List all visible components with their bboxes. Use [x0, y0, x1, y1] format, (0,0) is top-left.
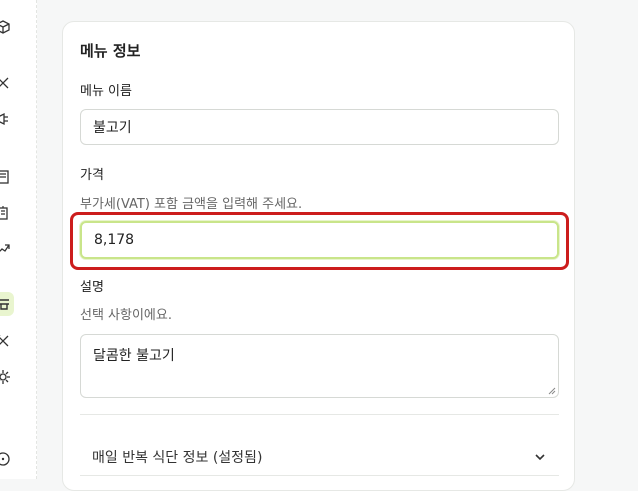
- cutlery-icon[interactable]: [0, 330, 14, 352]
- price-hint: 부가세(VAT) 포함 금액을 입력해 주세요.: [80, 197, 303, 212]
- divider-bottom: [80, 475, 559, 476]
- menu-info-card: 메뉴 정보 메뉴 이름 불고기 가격 부가세(VAT) 포함 금액을 입력해 주…: [62, 21, 575, 491]
- book-icon[interactable]: [0, 166, 14, 188]
- description-textarea[interactable]: 달콤한 불고기: [80, 334, 559, 398]
- accordion-label: 매일 반복 식단 정보 (설정됨): [92, 450, 263, 466]
- description-label: 설명: [80, 280, 104, 295]
- price-input[interactable]: 8,178: [80, 221, 559, 259]
- daily-menu-accordion[interactable]: 매일 반복 식단 정보 (설정됨): [80, 439, 559, 475]
- tools-icon[interactable]: [0, 72, 14, 94]
- menu-name-value: 불고기: [93, 120, 132, 136]
- section-title: 메뉴 정보: [80, 42, 141, 60]
- sidebar: [0, 0, 37, 479]
- description-value: 달콤한 불고기: [93, 348, 175, 364]
- box-icon[interactable]: [0, 16, 14, 38]
- building-icon[interactable]: [0, 202, 14, 224]
- resize-handle-icon[interactable]: [548, 387, 556, 395]
- megaphone-icon[interactable]: [0, 108, 14, 130]
- price-value: 8,178: [94, 232, 135, 248]
- help-icon[interactable]: [0, 448, 14, 470]
- divider: [80, 414, 559, 415]
- menu-name-label: 메뉴 이름: [80, 84, 132, 99]
- trend-icon[interactable]: [0, 238, 14, 260]
- menu-name-input[interactable]: 불고기: [80, 109, 559, 145]
- chevron-down-icon: [535, 454, 545, 461]
- gear-icon[interactable]: [0, 366, 14, 388]
- price-label: 가격: [80, 168, 104, 183]
- description-hint: 선택 사항이에요.: [80, 308, 172, 323]
- menu-store-icon[interactable]: [0, 292, 14, 316]
